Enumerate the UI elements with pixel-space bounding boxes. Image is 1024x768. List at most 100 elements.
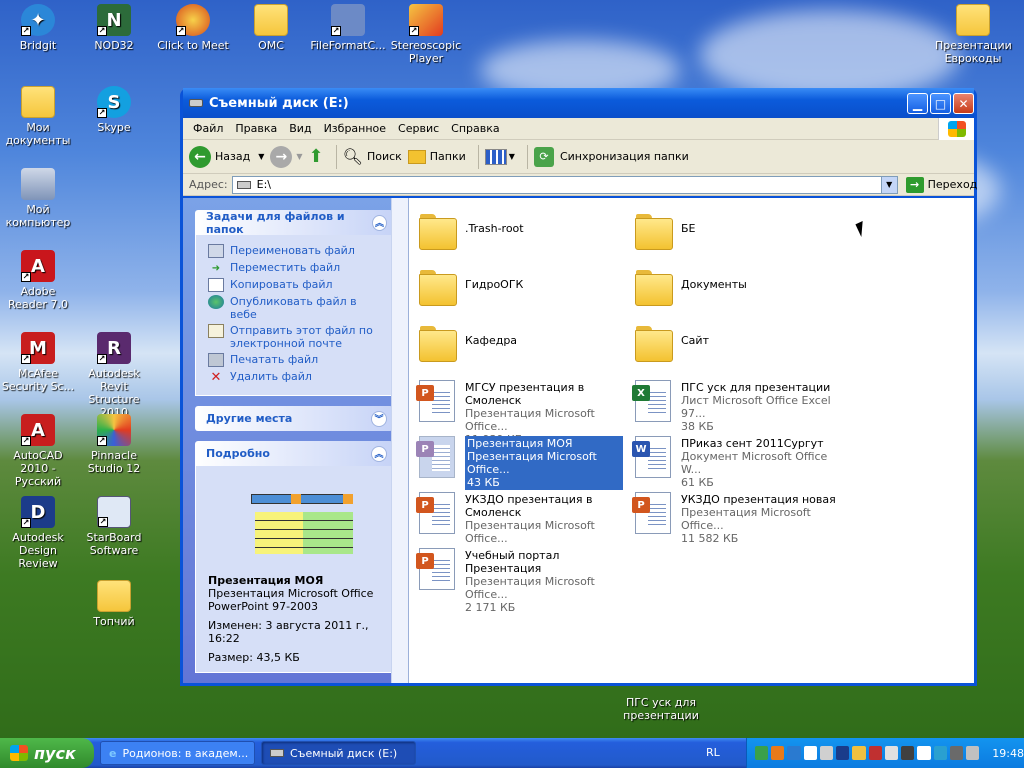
tray-icon[interactable] bbox=[966, 746, 980, 760]
taskbar-item-ie[interactable]: e Родионов: в академ... bbox=[100, 741, 255, 765]
collapse-chevron-icon[interactable]: ︽ bbox=[372, 214, 387, 231]
address-value: E:\ bbox=[256, 178, 272, 191]
menu-edit[interactable]: Правка bbox=[229, 122, 283, 135]
folder-kafedra[interactable]: Кафедра bbox=[419, 324, 634, 362]
desktop-icon-my-computer[interactable]: Мой компьютер bbox=[0, 168, 76, 229]
tray-icon[interactable] bbox=[755, 746, 769, 760]
file-ukzdo-smolensk[interactable]: P УКЗДО презентация в Смоленск Презентация… bbox=[416, 492, 634, 545]
tray-icon[interactable] bbox=[819, 746, 834, 760]
other-places-header[interactable]: Другие места ︾ bbox=[195, 406, 393, 431]
ie-icon: e bbox=[109, 746, 117, 760]
desktop-icon-autocad[interactable]: A ↗ AutoCAD 2010 - Русский bbox=[0, 414, 76, 488]
back-button[interactable]: ← Назад ▼ bbox=[189, 145, 264, 168]
desktop-icon-bridgit[interactable]: ✦ ↗ Bridgit bbox=[0, 4, 76, 52]
desktop-icon-skype[interactable]: S ↗ Skype bbox=[76, 86, 152, 134]
tray-icon[interactable] bbox=[933, 746, 947, 760]
expand-chevron-icon[interactable]: ︾ bbox=[371, 410, 387, 427]
address-dropdown-button[interactable]: ▼ bbox=[880, 176, 897, 193]
desktop-icon-fileformat[interactable]: ↗ FileFormatC... bbox=[310, 4, 386, 52]
start-button[interactable]: пуск bbox=[0, 738, 94, 768]
file-tasks-body: Переименовать файл ➜ Переместить файл Коп… bbox=[195, 235, 393, 396]
desktop-icon-mcafee[interactable]: M ↗ McAfee Security Sc... bbox=[0, 332, 76, 393]
tray-icon[interactable] bbox=[868, 746, 882, 760]
task-delete[interactable]: ✕ Удалить файл bbox=[208, 370, 384, 384]
file-pgs-excel[interactable]: X ПГС уск для презентации Лист Microsoft O… bbox=[632, 380, 850, 433]
folder-trash-root[interactable]: .Trash-root bbox=[419, 212, 634, 250]
tray-icon[interactable] bbox=[901, 746, 915, 760]
tray-icon[interactable] bbox=[852, 746, 866, 760]
title-bar[interactable]: Съемный диск (E:) bbox=[183, 88, 974, 118]
forward-button[interactable]: → ▼ bbox=[270, 145, 303, 168]
desktop-icon-click-to-meet[interactable]: ↗ Click to Meet bbox=[155, 4, 231, 52]
desktop-icon-revit-structure[interactable]: R ↗ Autodesk Revit Structure 2010 bbox=[76, 332, 152, 419]
language-indicator[interactable]: RL bbox=[706, 746, 720, 759]
task-publish-web[interactable]: Опубликовать файл в вебе bbox=[208, 295, 384, 321]
desktop-icon-pinnacle[interactable]: ↗ Pinnacle Studio 12 bbox=[76, 414, 152, 475]
menu-file[interactable]: Файл bbox=[187, 122, 229, 135]
details-panel: Подробно ︽ Презентация МОЯ Презентация Mi… bbox=[195, 441, 393, 673]
views-button[interactable]: ▼ bbox=[484, 148, 515, 165]
tray-icon[interactable] bbox=[787, 746, 801, 760]
desktop-icon-starboard[interactable]: ↗ StarBoard Software bbox=[76, 496, 152, 557]
folder-be[interactable]: БЕ bbox=[635, 212, 850, 250]
tray-icon[interactable] bbox=[803, 746, 817, 760]
file-presentation-moya[interactable]: P Презентация МОЯ Презентация Microsoft Of… bbox=[416, 436, 634, 490]
views-icon bbox=[484, 148, 507, 165]
rename-icon bbox=[208, 244, 224, 258]
tray-icon[interactable] bbox=[917, 746, 931, 760]
folder-gidroogk[interactable]: ГидроОГК bbox=[419, 268, 634, 306]
desktop-icon-omc[interactable]: OMC bbox=[233, 4, 309, 52]
task-pane-scrollbar[interactable] bbox=[391, 198, 408, 683]
details-body: Презентация МОЯ Презентация Microsoft Of… bbox=[195, 466, 393, 673]
menu-favorites[interactable]: Избранное bbox=[318, 122, 392, 135]
file-tasks-header[interactable]: Задачи для файлов и папок ︽ bbox=[195, 210, 393, 236]
file-ukzdo-new[interactable]: P УКЗДО презентация новая Презентация Micr… bbox=[632, 492, 850, 545]
tray-icon[interactable] bbox=[836, 746, 850, 760]
file-study-portal[interactable]: P Учебный портал Презентация Презентация M… bbox=[416, 548, 634, 614]
printer-icon bbox=[208, 353, 224, 367]
my-computer-icon bbox=[21, 168, 55, 200]
menu-bar: Файл Правка Вид Избранное Сервис Справка bbox=[183, 118, 974, 140]
minimize-button[interactable]: ▁ bbox=[907, 93, 928, 114]
tray-icon[interactable] bbox=[949, 746, 964, 760]
folders-button[interactable]: Папки bbox=[407, 149, 466, 164]
close-button[interactable]: ✕ bbox=[953, 93, 974, 114]
window-title: Съемный диск (E:) bbox=[209, 95, 349, 111]
folder-site[interactable]: Сайт bbox=[635, 324, 850, 362]
task-copy[interactable]: Копировать файл bbox=[208, 278, 384, 292]
search-button[interactable]: 🔍︎ Поиск bbox=[343, 147, 402, 166]
up-folder-button[interactable]: ⬆ bbox=[309, 146, 324, 167]
clock[interactable]: 19:48 bbox=[992, 747, 1024, 760]
desktop-icon-pgs-presentation[interactable]: ПГС уск для презентации bbox=[622, 696, 700, 722]
desktop-icon-nod32[interactable]: N ↗ NOD32 bbox=[76, 4, 152, 52]
address-input[interactable]: E:\ ▼ bbox=[231, 175, 898, 194]
desktop-icon-stereoscopic-player[interactable]: ↗ Stereoscopic Player bbox=[388, 4, 464, 65]
taskbar-item-explorer[interactable]: Съемный диск (E:) bbox=[261, 741, 416, 765]
system-tray: 19:48 bbox=[746, 738, 1024, 768]
task-print[interactable]: Печатать файл bbox=[208, 353, 384, 367]
menu-help[interactable]: Справка bbox=[445, 122, 505, 135]
volume-icon[interactable] bbox=[884, 746, 899, 760]
menu-view[interactable]: Вид bbox=[283, 122, 317, 135]
maximize-button[interactable]: □ bbox=[930, 93, 951, 114]
desktop-icon-presentations-eurocodes[interactable]: Презентации Еврокоды bbox=[935, 4, 1012, 65]
address-label: Адрес: bbox=[189, 178, 228, 191]
go-button[interactable]: → Переход bbox=[905, 176, 977, 193]
file-prikaz-word[interactable]: W ПРиказ сент 2011Сургут Документ Microsof… bbox=[632, 436, 850, 489]
task-email[interactable]: Отправить этот файл по электронной почте bbox=[208, 324, 384, 350]
drive-icon bbox=[270, 749, 284, 757]
desktop-icon-my-documents[interactable]: Мои документы bbox=[0, 86, 76, 147]
task-move[interactable]: ➜ Переместить файл bbox=[208, 261, 384, 275]
menu-tools[interactable]: Сервис bbox=[392, 122, 445, 135]
desktop-icon-topchiy[interactable]: Топчий bbox=[76, 580, 152, 628]
desktop-icon-design-review[interactable]: D ↗ Autodesk Design Review bbox=[0, 496, 76, 570]
up-folder-icon: ⬆ bbox=[308, 146, 324, 167]
tray-icon[interactable] bbox=[771, 746, 785, 760]
collapse-chevron-icon[interactable]: ︽ bbox=[371, 445, 387, 462]
sync-folder-button[interactable]: ⟳ Синхронизация папки bbox=[533, 146, 689, 167]
desktop-icon-adobe-reader[interactable]: A ↗ Adobe Reader 7.0 bbox=[0, 250, 76, 311]
globe-icon bbox=[208, 295, 224, 309]
folder-documents[interactable]: Документы bbox=[635, 268, 850, 306]
details-header[interactable]: Подробно ︽ bbox=[195, 441, 393, 466]
task-rename[interactable]: Переименовать файл bbox=[208, 244, 384, 258]
